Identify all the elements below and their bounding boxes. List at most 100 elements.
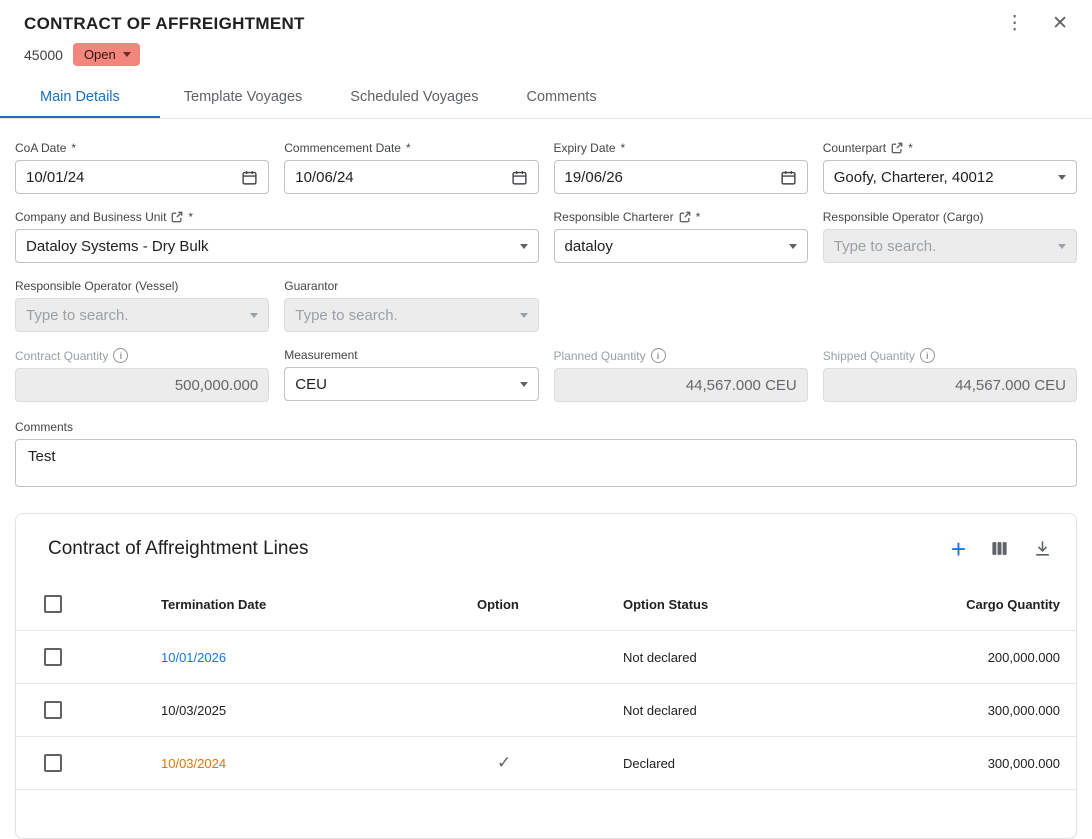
column-header-cargo-quantity: Cargo Quantity	[840, 597, 1060, 612]
required-marker: *	[188, 210, 193, 224]
responsible-operator-cargo-select[interactable]	[823, 229, 1077, 263]
close-icon[interactable]: ✕	[1052, 14, 1068, 33]
chevron-down-icon	[520, 244, 528, 249]
commencement-date-label: Commencement Date*	[284, 141, 538, 155]
cargo-quantity-cell: 300,000.000	[840, 703, 1060, 718]
cargo-quantity-cell: 300,000.000	[840, 756, 1060, 771]
main-details-panel: CoA Date* Commencement Date* E	[0, 119, 1092, 839]
guarantor-field: Guarantor	[284, 279, 538, 332]
tab-bar: Main Details Template Voyages Scheduled …	[0, 76, 1092, 119]
calendar-icon[interactable]	[780, 169, 797, 186]
option-check-icon: ✓	[477, 753, 623, 773]
row-checkbox[interactable]	[44, 754, 62, 772]
responsible-charterer-field: Responsible Charterer * dataloy	[554, 210, 808, 263]
planned-quantity-input: 44,567.000 CEU	[554, 368, 808, 402]
chevron-down-icon	[520, 313, 528, 318]
info-icon: i	[113, 348, 128, 363]
shipped-quantity-field: Shipped Quantity i 44,567.000 CEU	[823, 348, 1077, 402]
option-status-cell: Not declared	[623, 650, 840, 665]
chevron-down-icon	[520, 382, 528, 387]
status-badge[interactable]: Open	[73, 43, 140, 66]
chevron-down-icon	[789, 244, 797, 249]
status-badge-label: Open	[84, 47, 116, 62]
responsible-operator-vessel-field: Responsible Operator (Vessel)	[15, 279, 269, 332]
external-link-icon[interactable]	[891, 142, 903, 154]
responsible-operator-cargo-field: Responsible Operator (Cargo)	[823, 210, 1077, 263]
required-marker: *	[406, 141, 411, 155]
chevron-down-icon	[250, 313, 258, 318]
responsible-charterer-select[interactable]: dataloy	[554, 229, 808, 263]
column-header-option: Option	[477, 597, 623, 612]
responsible-operator-vessel-select[interactable]	[15, 298, 269, 332]
grid-spacer	[554, 279, 1078, 332]
external-link-icon[interactable]	[171, 211, 183, 223]
measurement-field: Measurement CEU	[284, 348, 538, 402]
required-marker: *	[908, 141, 913, 155]
download-button[interactable]	[1033, 539, 1052, 558]
shipped-quantity-label: Shipped Quantity i	[823, 348, 1077, 363]
tab-main-details[interactable]: Main Details	[0, 76, 160, 118]
contract-quantity-input: 500,000.000	[15, 368, 269, 402]
expiry-date-input[interactable]	[554, 160, 808, 194]
tab-scheduled-voyages[interactable]: Scheduled Voyages	[326, 76, 502, 118]
column-header-option-status: Option Status	[623, 597, 840, 612]
row-checkbox[interactable]	[44, 701, 62, 719]
counterpart-label: Counterpart *	[823, 141, 1077, 155]
tab-template-voyages[interactable]: Template Voyages	[160, 76, 327, 118]
company-business-unit-select[interactable]: Dataloy Systems - Dry Bulk	[15, 229, 539, 263]
table-row[interactable]: 10/03/2024 ✓ Declared 300,000.000	[16, 737, 1076, 790]
company-business-unit-label: Company and Business Unit *	[15, 210, 539, 224]
tab-comments[interactable]: Comments	[502, 76, 620, 118]
chevron-down-icon	[123, 52, 131, 57]
termination-date-cell[interactable]: 10/03/2025	[161, 703, 477, 718]
counterpart-field: Counterpart * Goofy, Charterer, 40012	[823, 141, 1077, 194]
coa-date-input[interactable]	[15, 160, 269, 194]
commencement-date-field: Commencement Date*	[284, 141, 538, 194]
external-link-icon[interactable]	[679, 211, 691, 223]
option-status-cell: Not declared	[623, 703, 840, 718]
planned-quantity-label: Planned Quantity i	[554, 348, 808, 363]
lines-card: Contract of Affreightment Lines + Termin…	[15, 513, 1077, 839]
contract-quantity-field: Contract Quantity i 500,000.000	[15, 348, 269, 402]
comments-label: Comments	[15, 420, 1077, 434]
required-marker: *	[71, 141, 76, 155]
coa-date-field: CoA Date*	[15, 141, 269, 194]
kebab-menu-icon[interactable]: ⋮	[1005, 14, 1024, 33]
responsible-operator-vessel-label: Responsible Operator (Vessel)	[15, 279, 269, 293]
row-checkbox[interactable]	[44, 648, 62, 666]
page-title: CONTRACT OF AFFREIGHTMENT	[24, 14, 1068, 34]
planned-quantity-field: Planned Quantity i 44,567.000 CEU	[554, 348, 808, 402]
contract-quantity-label: Contract Quantity i	[15, 348, 269, 363]
measurement-label: Measurement	[284, 348, 538, 362]
select-all-checkbox[interactable]	[44, 595, 62, 613]
termination-date-link[interactable]: 10/03/2024	[161, 756, 477, 771]
required-marker: *	[621, 141, 626, 155]
table-row[interactable]: 10/01/2026 Not declared 200,000.000	[16, 631, 1076, 684]
option-status-cell: Declared	[623, 756, 840, 771]
shipped-quantity-input: 44,567.000 CEU	[823, 368, 1077, 402]
commencement-date-input[interactable]	[284, 160, 538, 194]
calendar-icon[interactable]	[241, 169, 258, 186]
required-marker: *	[696, 210, 701, 224]
counterpart-select[interactable]: Goofy, Charterer, 40012	[823, 160, 1077, 194]
company-business-unit-field: Company and Business Unit * Dataloy Syst…	[15, 210, 539, 263]
info-icon: i	[651, 348, 666, 363]
column-header-termination-date: Termination Date	[161, 597, 477, 612]
termination-date-link[interactable]: 10/01/2026	[161, 650, 477, 665]
add-line-button[interactable]: +	[951, 539, 966, 560]
window-header: CONTRACT OF AFFREIGHTMENT ⋮ ✕ 45000 Open	[0, 0, 1092, 66]
columns-button[interactable]	[990, 539, 1009, 558]
lines-card-title: Contract of Affreightment Lines	[48, 538, 309, 560]
responsible-charterer-label: Responsible Charterer *	[554, 210, 808, 224]
measurement-select[interactable]: CEU	[284, 367, 538, 401]
expiry-date-label: Expiry Date*	[554, 141, 808, 155]
guarantor-select[interactable]	[284, 298, 538, 332]
table-row[interactable]: 10/03/2025 Not declared 300,000.000	[16, 684, 1076, 737]
comments-textarea[interactable]: Test	[15, 439, 1077, 487]
calendar-icon[interactable]	[511, 169, 528, 186]
chevron-down-icon	[1058, 175, 1066, 180]
expiry-date-field: Expiry Date*	[554, 141, 808, 194]
guarantor-label: Guarantor	[284, 279, 538, 293]
table-header-row: Termination Date Option Option Status Ca…	[16, 578, 1076, 631]
chevron-down-icon	[1058, 244, 1066, 249]
